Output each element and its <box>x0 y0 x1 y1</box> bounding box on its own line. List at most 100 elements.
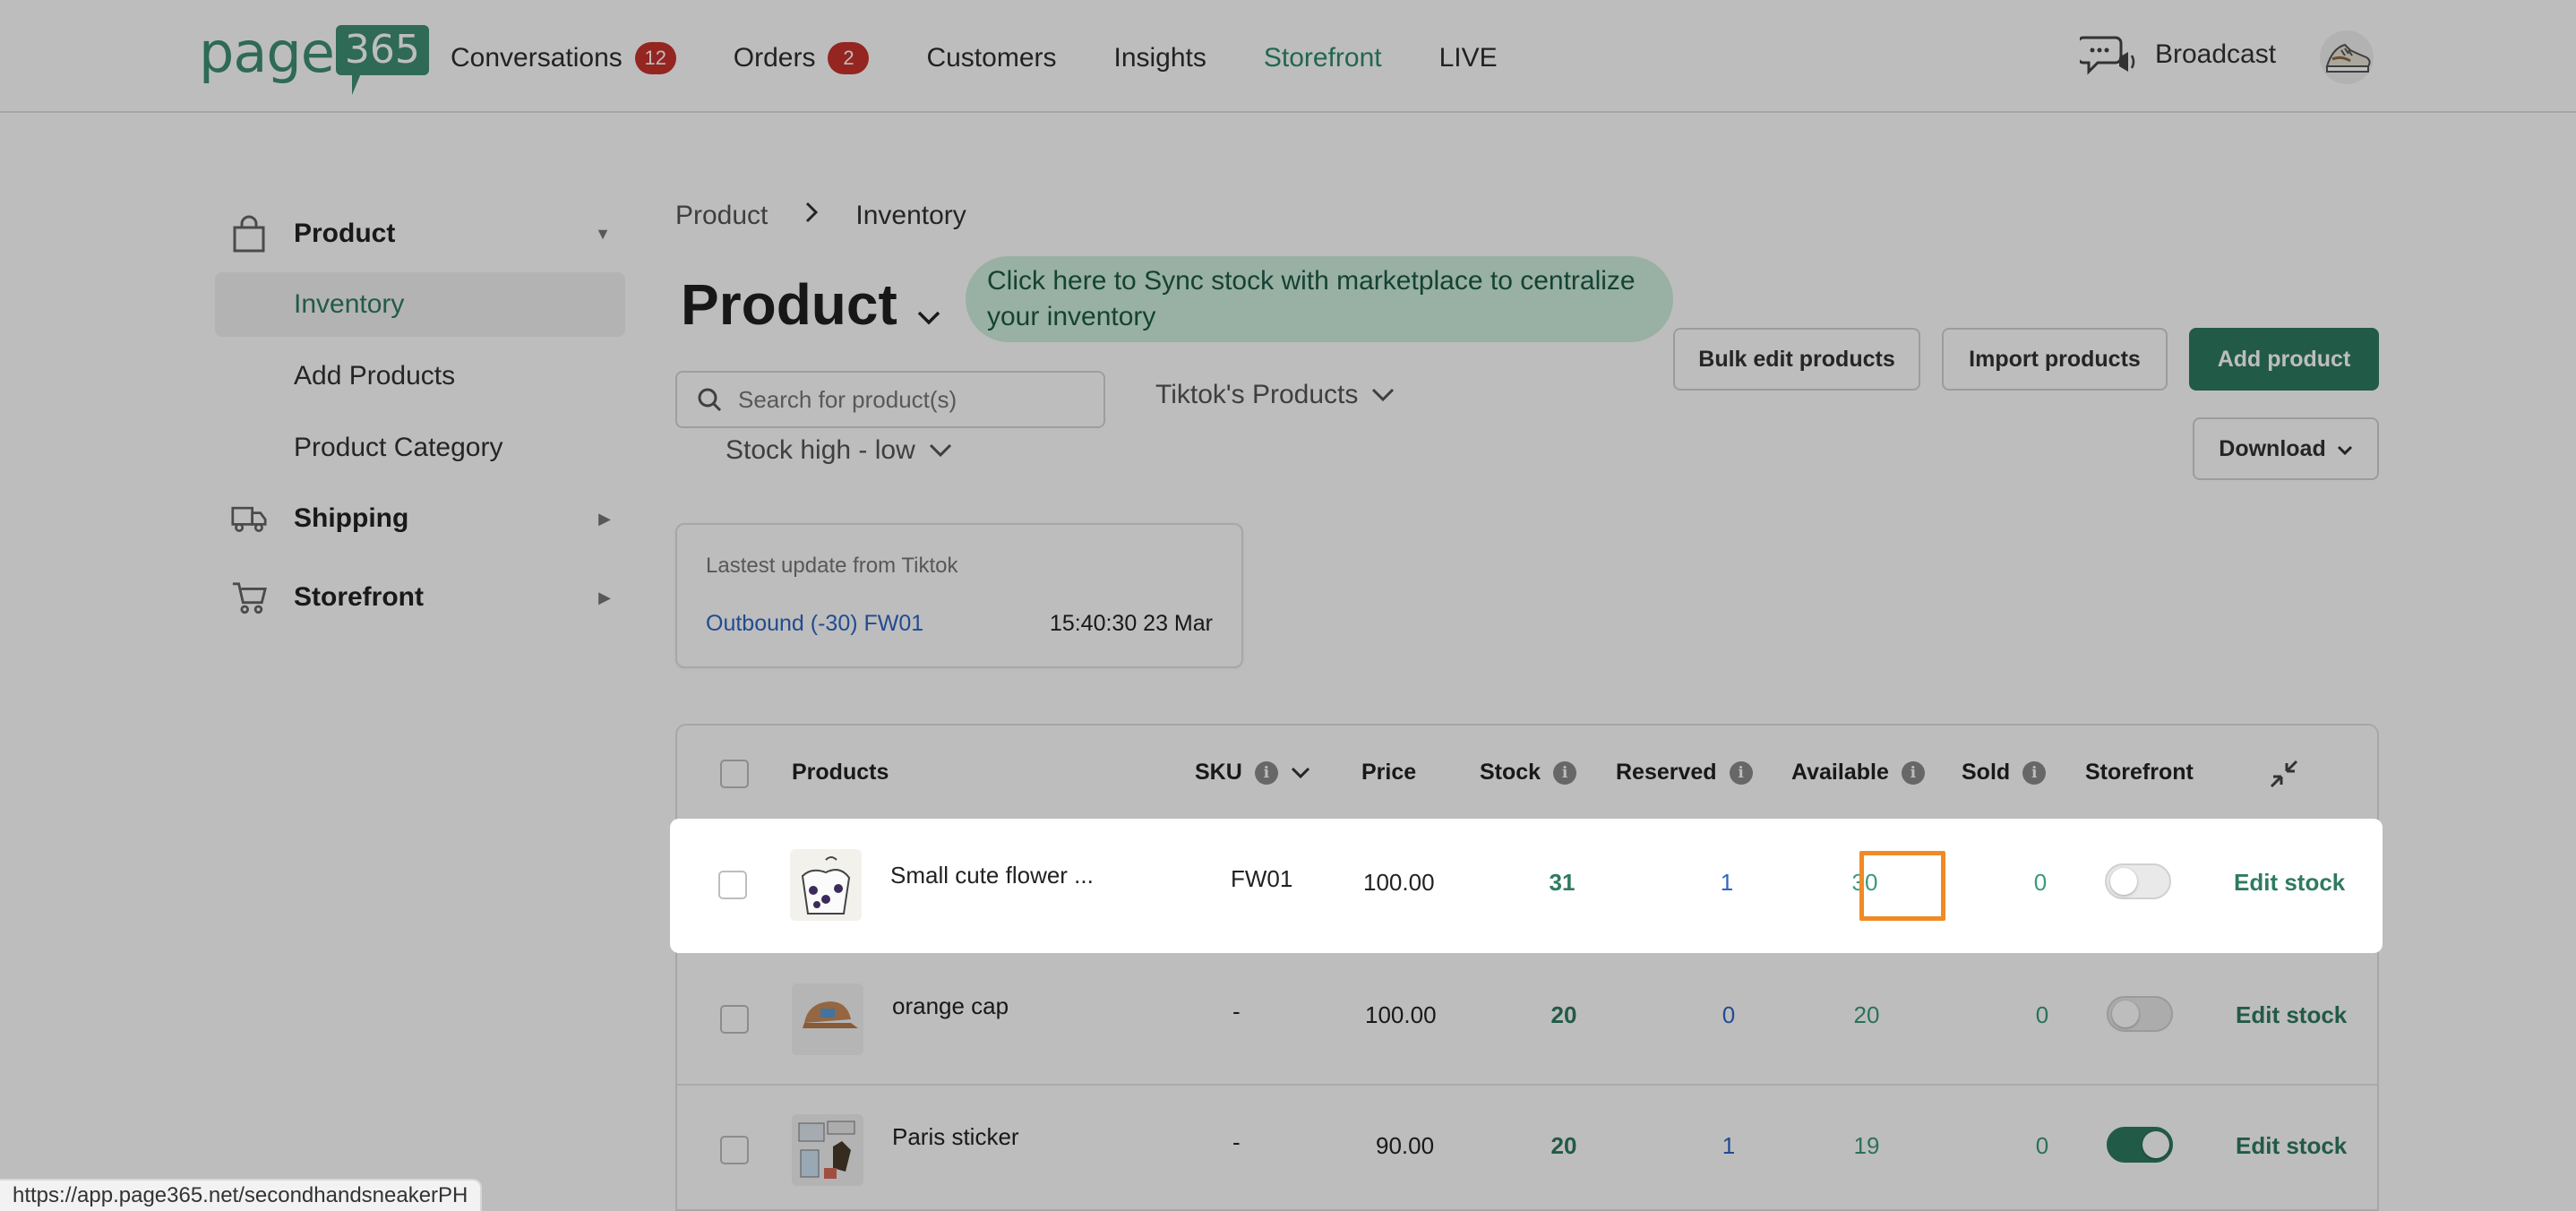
cart-icon <box>231 580 267 615</box>
nav-storefront[interactable]: Storefront <box>1264 38 1382 79</box>
search-input[interactable] <box>738 385 1078 414</box>
import-products-button[interactable]: Import products <box>1942 328 2168 391</box>
stock-value: 20 <box>1550 1001 1577 1028</box>
table-row: Paris sticker - 90.00 20 1 19 0 Edit sto… <box>677 1086 2377 1209</box>
edit-stock-link[interactable]: Edit stock <box>2234 869 2345 897</box>
sold-value: 0 <box>2035 1001 2049 1028</box>
info-icon[interactable]: i <box>1729 760 1753 785</box>
col-reserved-label: Reserved <box>1616 760 1717 785</box>
sync-stock-tip[interactable]: Click here to Sync stock with marketplac… <box>966 256 1673 342</box>
col-stock: Stock i <box>1480 760 1577 786</box>
reserved-value: 0 <box>1722 1001 1736 1028</box>
row-checkbox[interactable] <box>720 1005 749 1034</box>
col-sku[interactable]: SKU i <box>1195 760 1310 786</box>
reserved-value: 1 <box>1722 1132 1736 1159</box>
sidebar-item-inventory[interactable]: Inventory <box>215 272 625 337</box>
sku-value: - <box>1232 998 1241 1025</box>
product-name[interactable]: Small cute flower ... <box>890 862 1094 889</box>
info-icon[interactable]: i <box>1254 760 1278 785</box>
storefront-toggle[interactable] <box>2105 863 2171 899</box>
sidebar-item-add-products[interactable]: Add Products <box>215 344 625 408</box>
row-checkbox[interactable] <box>718 871 747 899</box>
download-label: Download <box>2219 435 2326 461</box>
info-icon[interactable]: i <box>1553 760 1577 785</box>
col-price: Price <box>1361 760 1417 785</box>
page-title[interactable]: Product <box>681 269 942 340</box>
caret-down-icon: ▼ <box>595 224 611 243</box>
nav-live[interactable]: LIVE <box>1439 38 1498 79</box>
table-row-highlighted: Small cute flower ... FW01 100.00 31 1 3… <box>670 819 2383 953</box>
page365-logo[interactable]: page 365 <box>199 25 429 100</box>
storefront-toggle[interactable] <box>2107 1127 2173 1163</box>
caret-right-icon: ▶ <box>598 509 611 528</box>
sidebar-shipping-label: Shipping <box>294 503 409 533</box>
broadcast-label: Broadcast <box>2155 39 2277 69</box>
breadcrumb: Product Inventory <box>675 201 966 231</box>
product-thumbnail <box>790 849 862 921</box>
logo-text: page <box>199 20 335 85</box>
select-all-checkbox[interactable] <box>720 760 749 788</box>
caret-right-icon: ▶ <box>598 588 611 606</box>
stock-value: 31 <box>1549 869 1576 896</box>
info-icon[interactable]: i <box>2022 760 2047 785</box>
chevron-down-icon <box>1372 388 1395 402</box>
update-card-title: Lastest update from Tiktok <box>706 554 958 578</box>
col-sku-label: SKU <box>1195 760 1242 785</box>
edit-stock-link[interactable]: Edit stock <box>2236 1001 2347 1029</box>
col-stock-label: Stock <box>1480 760 1541 785</box>
product-name[interactable]: orange cap <box>892 992 1009 1020</box>
toggle-knob <box>2142 1131 2169 1158</box>
product-name[interactable]: Paris sticker <box>892 1123 1019 1151</box>
sold-value: 0 <box>2035 1132 2049 1159</box>
broadcast-button[interactable]: Broadcast <box>2080 32 2276 77</box>
nav-customers[interactable]: Customers <box>926 38 1056 79</box>
bag-icon <box>231 215 267 253</box>
sidebar-item-product-category[interactable]: Product Category <box>215 416 625 480</box>
breadcrumb-product[interactable]: Product <box>675 201 768 231</box>
sort-dropdown[interactable]: Stock high - low <box>726 435 953 466</box>
col-sold: Sold i <box>1962 760 2047 786</box>
sneaker-avatar-icon <box>2325 43 2371 73</box>
bulk-edit-products-button[interactable]: Bulk edit products <box>1673 328 1920 391</box>
collapse-columns-icon[interactable] <box>2268 758 2300 790</box>
add-product-button[interactable]: Add product <box>2189 328 2379 391</box>
info-icon[interactable]: i <box>1901 760 1925 785</box>
update-event-link[interactable]: Outbound (-30) FW01 <box>706 611 923 637</box>
price-value: 90.00 <box>1376 1132 1435 1159</box>
sidebar-storefront-label: Storefront <box>294 582 424 612</box>
latest-update-card: Lastest update from Tiktok Outbound (-30… <box>675 523 1243 668</box>
col-reserved: Reserved i <box>1616 760 1753 786</box>
product-thumbnail <box>792 983 863 1055</box>
chevron-down-icon <box>929 443 951 458</box>
sidebar-group-product[interactable]: Product ▼ <box>215 202 625 265</box>
sold-value: 0 <box>2033 869 2048 896</box>
inventory-table: Products SKU i Price Stock i Reserved i … <box>675 724 2379 1211</box>
sidebar-group-storefront[interactable]: Storefront ▶ <box>215 566 625 629</box>
col-products: Products <box>792 760 889 785</box>
search-icon <box>698 388 722 412</box>
sku-value: FW01 <box>1231 865 1293 892</box>
nav-conversations[interactable]: Conversations 12 <box>451 38 676 79</box>
top-navigation-bar: page 365 Conversations 12 Orders 2 Custo… <box>0 0 2576 113</box>
download-button[interactable]: Download <box>2193 417 2379 480</box>
page-title-text: Product <box>681 272 897 337</box>
logo-bubble: 365 <box>335 25 429 95</box>
product-thumbnail <box>792 1114 863 1186</box>
sort-label: Stock high - low <box>726 435 915 465</box>
nav-orders[interactable]: Orders 2 <box>734 38 870 79</box>
source-dropdown[interactable]: Tiktok's Products <box>1155 380 1395 410</box>
chevron-down-icon <box>2337 436 2353 462</box>
nav-insights[interactable]: Insights <box>1114 38 1206 79</box>
edit-stock-link[interactable]: Edit stock <box>2236 1132 2347 1160</box>
chevron-right-icon <box>803 201 820 231</box>
product-search[interactable] <box>675 371 1105 428</box>
storefront-toggle[interactable] <box>2107 996 2173 1032</box>
user-avatar[interactable] <box>2320 30 2374 84</box>
sidebar-group-shipping[interactable]: Shipping ▶ <box>215 487 625 550</box>
col-available-label: Available <box>1791 760 1889 785</box>
sidebar: Product ▼ Inventory Add Products Product… <box>215 202 625 629</box>
row-checkbox[interactable] <box>720 1136 749 1164</box>
orders-badge: 2 <box>828 42 870 74</box>
available-highlight-box <box>1859 851 1945 921</box>
col-available: Available i <box>1791 760 1925 786</box>
